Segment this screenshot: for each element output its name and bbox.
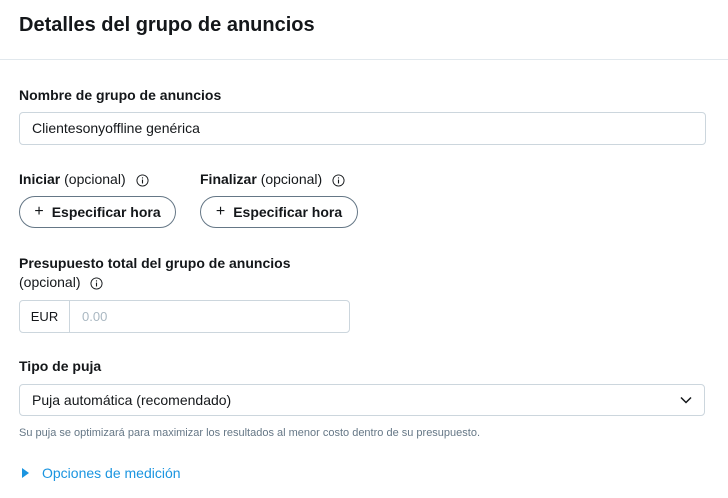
- start-label: Iniciar (opcional): [19, 171, 149, 187]
- currency-code: EUR: [20, 301, 70, 332]
- end-specify-time-label: Especificar hora: [233, 204, 343, 220]
- budget-input-group: EUR 0.00: [19, 300, 350, 333]
- ad-group-name-label: Nombre de grupo de anuncios: [19, 87, 222, 103]
- info-icon[interactable]: [135, 174, 149, 187]
- measurement-options-toggle[interactable]: Opciones de medición: [22, 465, 181, 481]
- measurement-options-label: Opciones de medición: [42, 465, 181, 481]
- bid-type-hint: Su puja se optimizará para maximizar los…: [19, 427, 481, 439]
- chevron-down-icon: [680, 396, 692, 404]
- bid-type-selected: Puja automática (recomendado): [32, 392, 232, 408]
- budget-label: Presupuesto total del grupo de anuncios: [19, 255, 291, 271]
- budget-amount-input[interactable]: 0.00: [70, 301, 349, 332]
- info-icon[interactable]: [332, 174, 345, 187]
- ad-group-name-input[interactable]: Clientesonyoffline genérica: [19, 112, 706, 145]
- page-title: Detalles del grupo de anuncios: [19, 14, 315, 36]
- bid-type-label: Tipo de puja: [19, 358, 102, 374]
- start-label-text: Iniciar: [19, 171, 61, 187]
- bid-type-select[interactable]: Puja automática (recomendado): [19, 384, 705, 416]
- end-specify-time-button[interactable]: + Especificar hora: [200, 196, 358, 228]
- start-specify-time-label: Especificar hora: [51, 204, 161, 220]
- budget-optional: (opcional): [19, 274, 103, 290]
- panel-header: Detalles del grupo de anuncios: [0, 0, 728, 60]
- info-icon[interactable]: [90, 277, 103, 290]
- plus-icon: +: [34, 203, 44, 220]
- start-optional-text: (opcional): [64, 171, 126, 187]
- plus-icon: +: [215, 203, 226, 220]
- end-label-text: Finalizar: [200, 171, 257, 187]
- start-specify-time-button[interactable]: + Especificar hora: [19, 196, 176, 228]
- expand-triangle-icon: [22, 468, 29, 478]
- end-label: Finalizar (opcional): [200, 171, 345, 187]
- end-optional-text: (opcional): [260, 171, 323, 187]
- budget-optional-text: (opcional): [19, 274, 81, 290]
